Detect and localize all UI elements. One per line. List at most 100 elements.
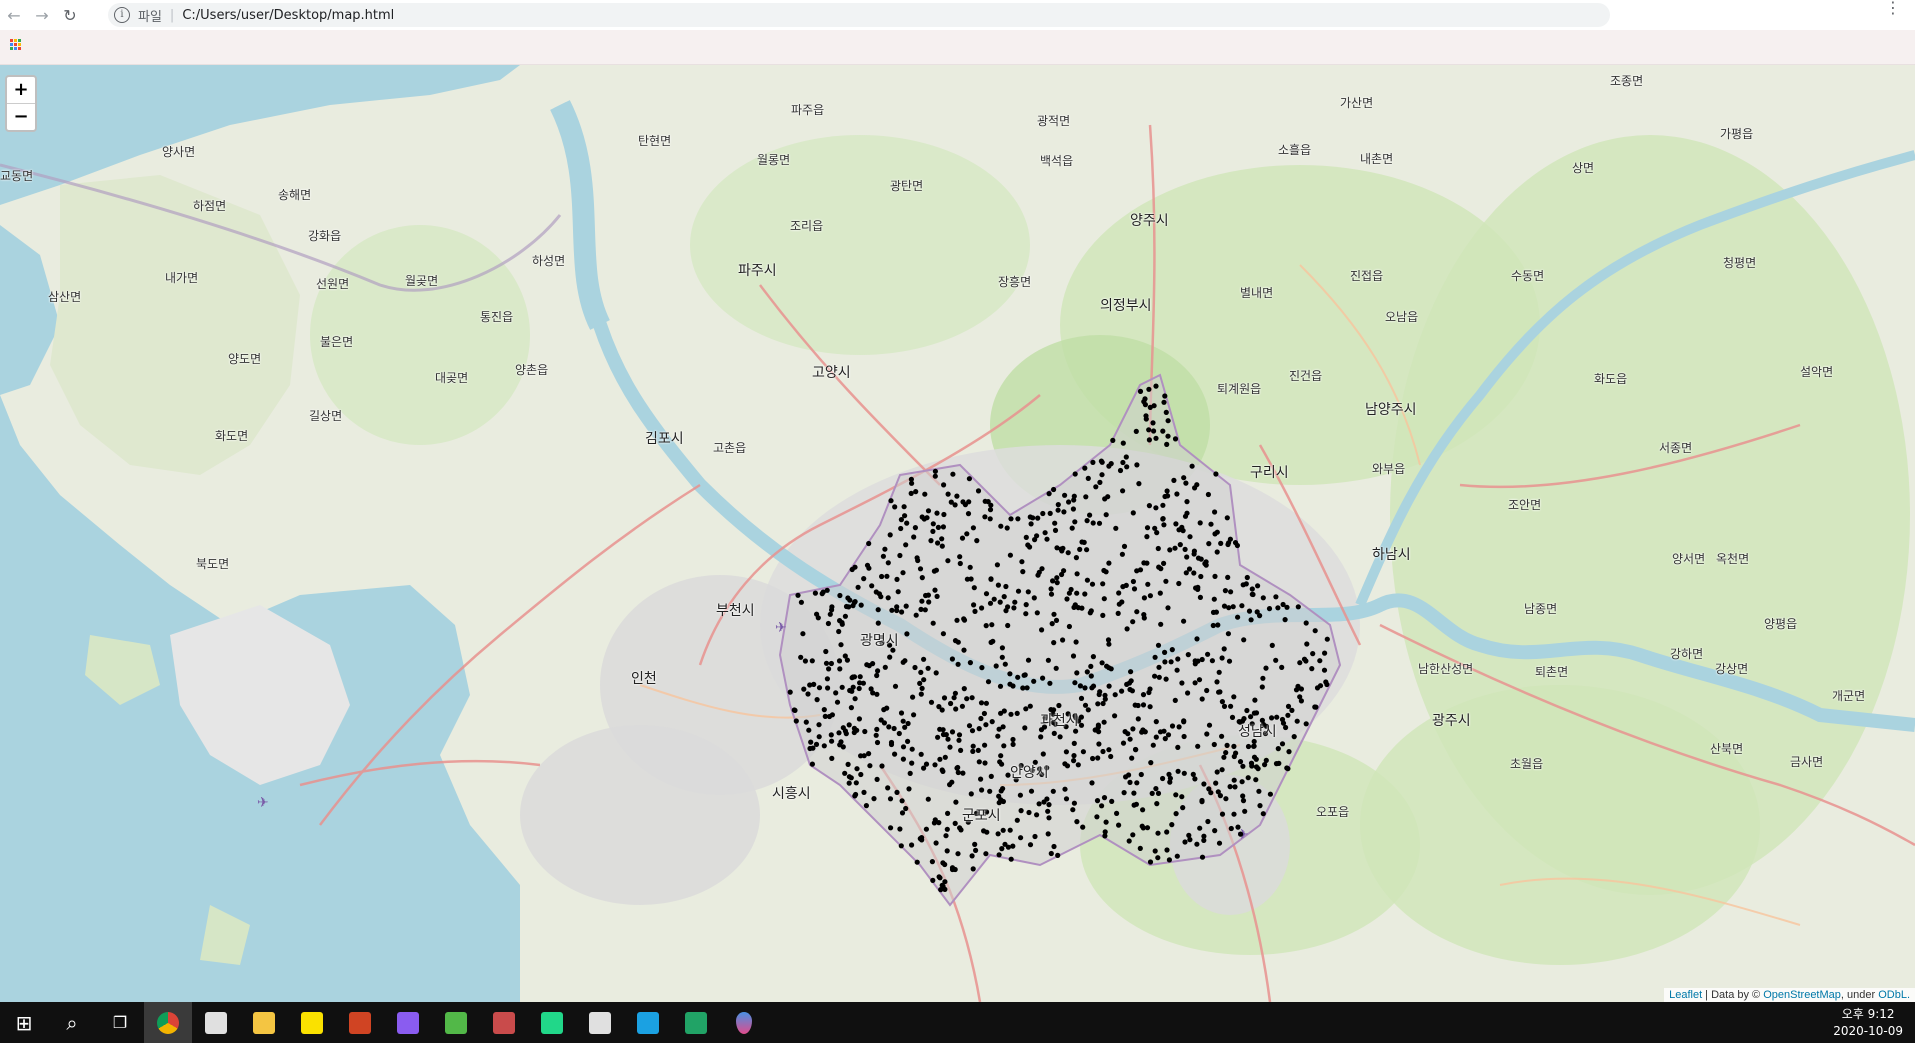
location-marker[interactable] — [874, 739, 881, 746]
location-marker[interactable] — [1221, 646, 1227, 652]
location-marker[interactable] — [1185, 652, 1191, 658]
location-marker[interactable] — [1226, 540, 1232, 546]
location-marker[interactable] — [909, 760, 915, 766]
location-marker[interactable] — [868, 686, 874, 692]
location-marker[interactable] — [1115, 610, 1121, 617]
location-marker[interactable] — [1165, 418, 1171, 424]
location-marker[interactable] — [1074, 670, 1080, 676]
location-marker[interactable] — [1051, 611, 1057, 617]
location-marker[interactable] — [1227, 784, 1233, 790]
location-marker[interactable] — [1074, 819, 1080, 825]
location-marker[interactable] — [1000, 724, 1006, 730]
location-marker[interactable] — [964, 696, 970, 702]
location-marker[interactable] — [1034, 610, 1040, 616]
location-marker[interactable] — [892, 504, 898, 510]
info-icon[interactable]: i — [114, 7, 130, 23]
location-marker[interactable] — [787, 689, 793, 695]
location-marker[interactable] — [1184, 499, 1190, 505]
location-marker[interactable] — [1127, 686, 1133, 693]
location-marker[interactable] — [1171, 477, 1177, 483]
location-marker[interactable] — [972, 608, 978, 615]
location-marker[interactable] — [935, 524, 942, 530]
location-marker[interactable] — [899, 609, 905, 615]
location-marker[interactable] — [1035, 515, 1041, 521]
location-marker[interactable] — [1161, 728, 1167, 734]
taskbar-task-view-button[interactable]: ❐ — [96, 1002, 144, 1043]
location-marker[interactable] — [814, 697, 820, 703]
location-marker[interactable] — [1012, 599, 1018, 605]
location-marker[interactable] — [793, 718, 799, 724]
location-marker[interactable] — [866, 751, 872, 757]
location-marker[interactable] — [931, 568, 938, 574]
location-marker[interactable] — [1192, 658, 1198, 664]
location-marker[interactable] — [1028, 788, 1035, 794]
location-marker[interactable] — [948, 700, 954, 707]
location-marker[interactable] — [1167, 779, 1173, 785]
location-marker[interactable] — [995, 582, 1002, 588]
location-marker[interactable] — [871, 796, 877, 802]
location-marker[interactable] — [1202, 561, 1208, 567]
location-marker[interactable] — [1229, 714, 1236, 721]
location-marker[interactable] — [1246, 608, 1253, 614]
location-marker[interactable] — [1242, 808, 1248, 814]
location-marker[interactable] — [1214, 679, 1220, 685]
location-marker[interactable] — [849, 688, 855, 694]
location-marker[interactable] — [1095, 724, 1101, 730]
location-marker[interactable] — [1262, 762, 1268, 768]
location-marker[interactable] — [1199, 854, 1206, 860]
location-marker[interactable] — [1008, 711, 1014, 717]
location-marker[interactable] — [934, 510, 940, 516]
location-marker[interactable] — [970, 866, 976, 872]
location-marker[interactable] — [1131, 802, 1137, 808]
location-marker[interactable] — [1161, 522, 1167, 528]
location-marker[interactable] — [1070, 807, 1076, 813]
location-marker[interactable] — [837, 592, 843, 599]
location-marker[interactable] — [816, 734, 822, 740]
location-marker[interactable] — [1317, 683, 1324, 689]
location-marker[interactable] — [801, 686, 807, 692]
location-marker[interactable] — [1123, 454, 1129, 460]
location-marker[interactable] — [902, 724, 908, 730]
location-marker[interactable] — [1269, 715, 1275, 721]
location-marker[interactable] — [1194, 636, 1200, 642]
location-marker[interactable] — [1048, 586, 1054, 592]
location-marker[interactable] — [1266, 606, 1273, 612]
location-marker[interactable] — [1114, 810, 1120, 817]
location-marker[interactable] — [1075, 605, 1081, 611]
location-marker[interactable] — [1015, 588, 1022, 594]
location-marker[interactable] — [1221, 703, 1228, 710]
location-marker[interactable] — [925, 796, 931, 802]
location-marker[interactable] — [1208, 521, 1214, 527]
location-marker[interactable] — [1093, 484, 1099, 490]
location-marker[interactable] — [1100, 612, 1106, 619]
location-marker[interactable] — [1254, 609, 1260, 615]
location-marker[interactable] — [1127, 736, 1133, 742]
location-marker[interactable] — [1226, 658, 1233, 664]
location-marker[interactable] — [1052, 520, 1058, 526]
taskbar-powerpoint-button[interactable] — [336, 1002, 384, 1043]
location-marker[interactable] — [919, 598, 925, 604]
location-marker[interactable] — [858, 602, 864, 608]
location-marker[interactable] — [1239, 779, 1245, 785]
location-marker[interactable] — [1048, 850, 1054, 857]
location-marker[interactable] — [897, 552, 903, 559]
location-marker[interactable] — [1165, 493, 1171, 499]
location-marker[interactable] — [1248, 714, 1254, 720]
location-marker[interactable] — [836, 730, 842, 736]
location-marker[interactable] — [852, 696, 858, 702]
location-marker[interactable] — [945, 558, 951, 564]
location-marker[interactable] — [1117, 467, 1124, 474]
location-marker[interactable] — [858, 771, 864, 778]
location-marker[interactable] — [826, 713, 833, 720]
location-marker[interactable] — [952, 690, 959, 696]
location-marker[interactable] — [954, 765, 960, 771]
location-marker[interactable] — [1166, 857, 1172, 863]
location-marker[interactable] — [1205, 491, 1211, 498]
location-marker[interactable] — [903, 805, 909, 812]
location-marker[interactable] — [1197, 825, 1203, 831]
location-marker[interactable] — [1121, 543, 1128, 549]
location-marker[interactable] — [1161, 399, 1167, 405]
location-marker[interactable] — [1189, 463, 1195, 469]
location-marker[interactable] — [1153, 734, 1159, 740]
location-marker[interactable] — [919, 835, 925, 841]
